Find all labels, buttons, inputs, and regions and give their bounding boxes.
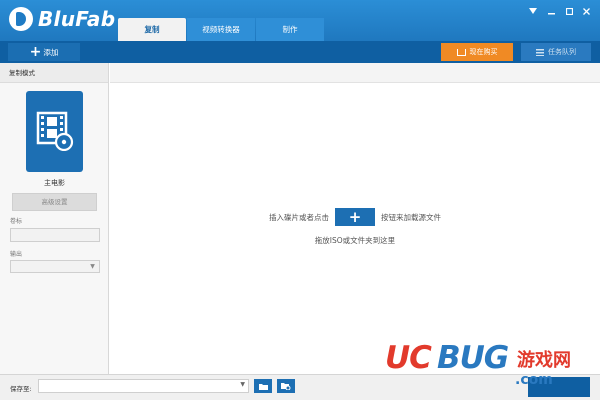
watermark-cn: 游戏网 <box>517 350 571 371</box>
add-button-label: 添加 <box>43 47 59 57</box>
source-drop-area[interactable]: 插入碟片或者点击 + 按钮来加载源文件 拖放ISO或文件夹到这里 <box>110 63 600 374</box>
minimize-icon[interactable] <box>545 6 557 16</box>
save-to-select[interactable]: ▼ <box>38 379 249 393</box>
watermark-uc: UC <box>385 340 432 376</box>
film-disc-icon <box>36 111 74 151</box>
watermark-com: .com <box>515 372 553 388</box>
main-header-strip <box>110 63 600 83</box>
maximize-icon[interactable] <box>563 6 575 16</box>
buy-now-label: 现在购买 <box>469 48 498 56</box>
main-tabs: 复制 视频转换器 制作 <box>118 18 324 41</box>
volume-label-input[interactable] <box>10 228 100 242</box>
app-logo: BluFab <box>9 7 115 31</box>
tab-copy[interactable]: 复制 <box>118 18 186 41</box>
toolbar: + 添加 现在购买 任务队列 <box>0 41 600 63</box>
buy-now-button[interactable]: 现在购买 <box>441 43 513 61</box>
close-icon[interactable] <box>580 6 592 16</box>
save-to-label: 保存至: <box>10 385 32 393</box>
folder-icon <box>258 383 268 390</box>
add-button[interactable]: + 添加 <box>8 43 80 61</box>
task-queue-button[interactable]: 任务队列 <box>521 43 591 61</box>
copy-mode-header: 复制模式 <box>0 63 108 83</box>
load-source-hint: 插入碟片或者点击 + 按钮来加载源文件 <box>110 208 600 226</box>
app-name: BluFab <box>38 7 116 31</box>
menu-icon[interactable] <box>527 6 539 16</box>
logo-icon <box>9 7 33 31</box>
chevron-down-icon: ▼ <box>90 263 95 270</box>
cart-icon <box>456 48 466 56</box>
folder-search-icon <box>281 383 291 390</box>
hint-text-after: 按钮来加载源文件 <box>381 212 441 222</box>
volume-label-caption: 卷标 <box>10 218 23 225</box>
chevron-down-icon: ▼ <box>240 381 245 388</box>
plus-icon: + <box>29 44 42 60</box>
output-select[interactable]: ▼ <box>10 260 100 273</box>
drag-drop-hint: 拖放ISO或文件夹到这里 <box>314 236 396 245</box>
task-queue-label: 任务队列 <box>548 48 576 56</box>
load-source-button[interactable]: + <box>335 208 375 226</box>
watermark-bug: BUG <box>437 340 509 376</box>
title-bar: BluFab 复制 视频转换器 制作 <box>0 0 600 41</box>
list-icon <box>536 48 544 56</box>
output-caption: 输出 <box>10 251 23 258</box>
copy-mode-panel: 复制模式 主电影 高级设置 卷标 输出 ▼ <box>0 63 109 374</box>
open-folder-button[interactable] <box>277 379 295 393</box>
site-watermark: UC BUG 游戏网 .com <box>385 340 600 392</box>
hint-text-before: 插入碟片或者点击 <box>269 212 329 222</box>
tab-video-converter[interactable]: 视频转换器 <box>187 18 255 41</box>
browse-folder-button[interactable] <box>254 379 272 393</box>
mode-label: 主电影 <box>44 179 65 187</box>
main-movie-mode-card[interactable] <box>26 91 83 172</box>
advanced-settings-button[interactable]: 高级设置 <box>12 193 97 211</box>
tab-make[interactable]: 制作 <box>256 18 324 41</box>
